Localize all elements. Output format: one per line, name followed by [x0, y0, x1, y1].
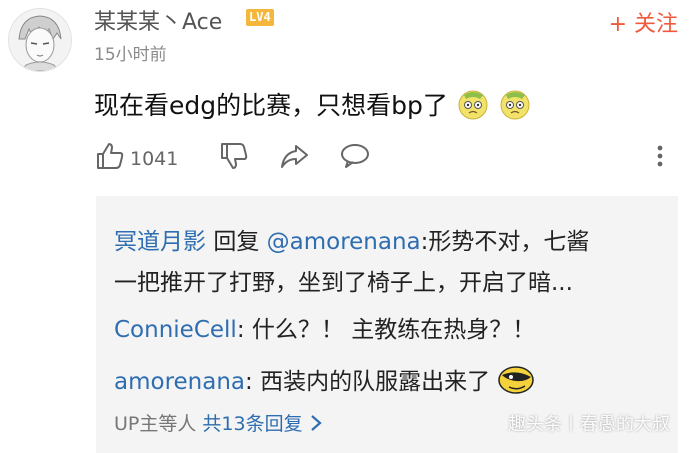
post-time: 15小时前	[94, 45, 167, 65]
like-button[interactable]	[94, 140, 126, 176]
smug-face-emoji-icon	[497, 365, 535, 401]
reply-count: 共13条回复	[202, 413, 303, 435]
sweat-face-emoji-icon	[456, 87, 490, 127]
level-badge: LV4	[246, 9, 274, 26]
chevron-right-icon	[309, 413, 323, 435]
reply-item-continuation: 一把推开了打野，坐到了椅子上，开启了暗...	[114, 263, 573, 297]
follow-button[interactable]: + 关注	[609, 6, 678, 38]
comment-text: 现在看edg的比赛，只想看bp了	[94, 91, 448, 120]
reply-author[interactable]: ConnieCell	[114, 317, 237, 343]
reply-text: : 什么？！ 主教练在热身？！	[236, 317, 536, 343]
watermark: 趣头条丨春愚的大叔	[508, 414, 670, 435]
reply-text: : 西装内的队服露出来了	[245, 369, 491, 395]
dislike-button[interactable]	[218, 140, 250, 176]
more-prefix: UP主等人	[114, 413, 197, 435]
reply-word: 回复	[213, 229, 260, 255]
vertical-dots-icon	[657, 145, 663, 167]
comment-bubble-icon	[341, 144, 369, 168]
reply-button[interactable]	[338, 140, 372, 176]
view-more-replies-button[interactable]: UP主等人 共13条回复	[114, 409, 323, 436]
comment-body: 现在看edg的比赛，只想看bp了	[94, 86, 532, 127]
reply-author[interactable]: amorenana	[114, 369, 245, 395]
replies-panel: 冥道月影 回复 @amorenana:形势不对，七酱 一把推开了打野，坐到了椅子…	[96, 196, 678, 453]
reply-item[interactable]: amorenana: 西装内的队服露出来了	[114, 362, 535, 401]
share-button[interactable]	[278, 140, 310, 176]
thumbs-down-icon	[221, 143, 248, 169]
reply-text: :形势不对，七酱	[420, 229, 590, 255]
reply-item[interactable]: 冥道月影 回复 @amorenana:形势不对，七酱	[114, 222, 589, 256]
reply-item[interactable]: ConnieCell: 什么？！ 主教练在热身？！	[114, 310, 535, 344]
share-arrow-icon	[281, 145, 308, 168]
avatar-illustration	[9, 9, 71, 71]
avatar[interactable]	[8, 8, 72, 72]
more-options-button[interactable]	[650, 140, 670, 176]
reply-mention[interactable]: @amorenana	[267, 229, 421, 255]
thumbs-up-icon	[97, 143, 124, 169]
sweat-face-emoji-icon	[498, 87, 532, 127]
action-bar: 1041	[94, 140, 684, 180]
reply-author[interactable]: 冥道月影	[114, 229, 206, 255]
reply-text: 一把推开了打野，坐到了椅子上，开启了暗...	[114, 270, 573, 296]
like-count: 1041	[130, 148, 179, 170]
username[interactable]: 某某某丶Ace	[94, 4, 222, 36]
